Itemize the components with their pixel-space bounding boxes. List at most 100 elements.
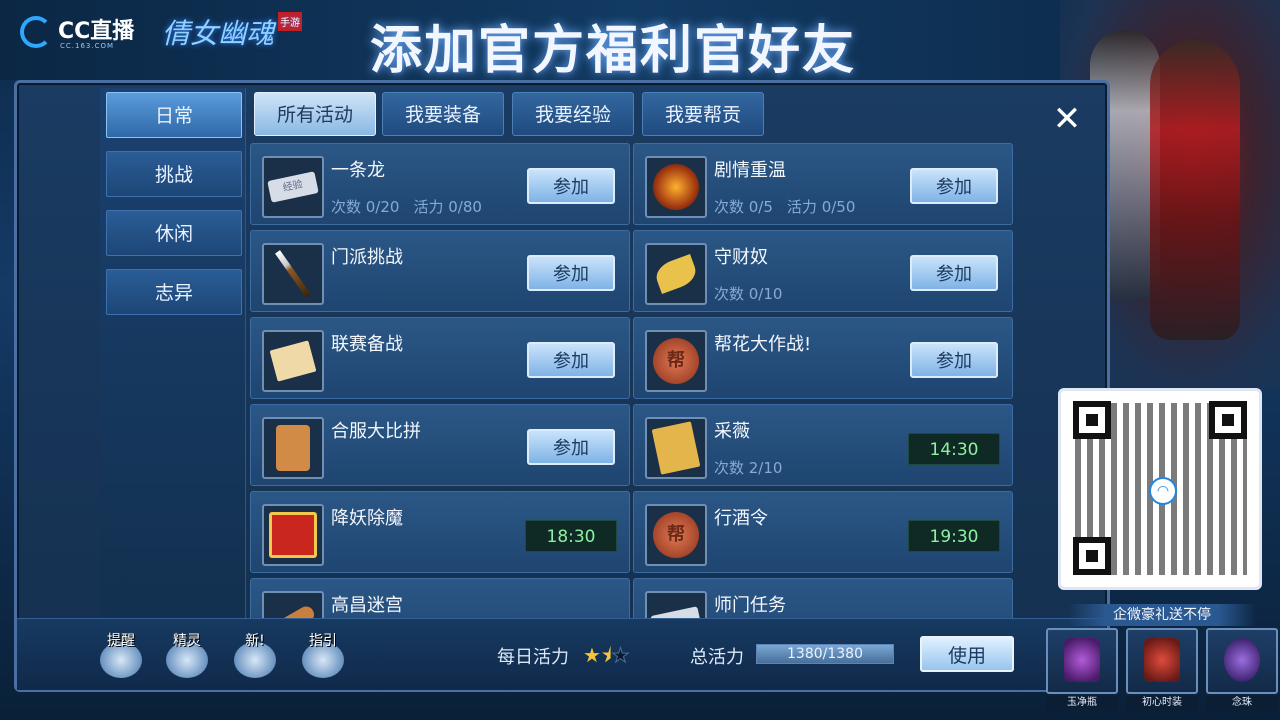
- brush-icon: [262, 243, 324, 305]
- token-icon: [262, 417, 324, 479]
- game-logo-seal: 手游: [278, 12, 303, 31]
- coin-icon-glyph: 帮: [653, 338, 699, 384]
- join-button[interactable]: 参加: [527, 429, 615, 465]
- category-sidebar: 日常 挑战 休闲 志异: [100, 88, 246, 618]
- activity-meta: 次数 0/20 活力 0/80: [331, 196, 482, 217]
- activity-meta: 次数 0/5 活力 0/50: [714, 196, 855, 217]
- star-empty-icon: ★: [611, 643, 630, 668]
- join-button[interactable]: 参加: [527, 255, 615, 291]
- activity-card: 帮 行酒令 19:30: [633, 491, 1013, 573]
- sidebar-item-daily[interactable]: 日常: [106, 92, 242, 138]
- gift-icon: [262, 504, 324, 566]
- qr-finder-top-left: [1073, 401, 1111, 439]
- join-button[interactable]: 参加: [910, 168, 998, 204]
- reward-item[interactable]: [1046, 628, 1118, 694]
- wechat-qr-code[interactable]: ◠: [1058, 388, 1262, 590]
- activity-name: 高昌迷宫: [331, 595, 403, 616]
- cc-logo-text: CC直播: [58, 19, 135, 44]
- activity-name: 联赛备战: [331, 334, 403, 355]
- activity-name: 降妖除魔: [331, 508, 403, 529]
- activity-count: 次数 0/10: [714, 285, 783, 303]
- star-full-icon: ★: [583, 643, 601, 667]
- activity-meta: 次数 0/10: [714, 283, 782, 304]
- activity-start-time: 19:30: [908, 520, 1000, 552]
- activity-card: 剧情重温 次数 0/5 活力 0/50 参加: [633, 143, 1013, 225]
- activity-vitality: 活力 0/80: [413, 198, 482, 216]
- star-half-icon: ⯨: [600, 643, 612, 667]
- tool-label: 提醒: [107, 633, 135, 649]
- activity-card: 帮 帮花大作战! 参加: [633, 317, 1013, 399]
- cc-logo-icon: [20, 16, 52, 48]
- activity-count: 次数 0/20: [331, 198, 400, 216]
- activity-name: 帮花大作战!: [714, 334, 812, 355]
- costume-icon: [1144, 638, 1180, 682]
- activity-vitality: 活力 0/50: [786, 198, 856, 216]
- cc-platform-logo: CC直播 CC.163.COM: [20, 16, 135, 50]
- activity-card: 联赛备战 参加: [250, 317, 630, 399]
- activity-name: 采薇: [714, 421, 750, 442]
- paper-icon: [262, 330, 324, 392]
- use-button[interactable]: 使用: [920, 636, 1014, 672]
- join-button[interactable]: 参加: [527, 342, 615, 378]
- book-icon: [645, 417, 707, 479]
- prayer-beads-icon: [1224, 638, 1260, 682]
- tab-experience[interactable]: 我要经验: [512, 92, 634, 136]
- leaf-icon: [645, 243, 707, 305]
- activity-start-time: 18:30: [525, 520, 617, 552]
- daily-vitality-label: 每日活力: [497, 647, 569, 668]
- activity-card: 采薇 次数 2/10 14:30: [633, 404, 1013, 486]
- tool-label: 精灵: [173, 633, 201, 649]
- activity-name: 师门任务: [714, 595, 786, 616]
- activity-card: 降妖除魔 18:30: [250, 491, 630, 573]
- ticket-icon: 经验: [262, 156, 324, 218]
- qr-finder-top-right: [1209, 401, 1247, 439]
- reward-item[interactable]: [1206, 628, 1278, 694]
- reward-label: 初心时装: [1126, 696, 1198, 710]
- close-button[interactable]: ✕: [1048, 100, 1086, 138]
- activity-name: 行酒令: [714, 508, 768, 529]
- join-button[interactable]: 参加: [910, 255, 998, 291]
- ticket-icon-label: 经验: [267, 171, 319, 203]
- activity-card: 师门任务: [633, 578, 1013, 618]
- coin-icon-glyph: 帮: [653, 512, 699, 558]
- activity-name: 剧情重温: [714, 160, 786, 181]
- activity-meta: 次数 2/10: [714, 457, 782, 478]
- tab-equipment[interactable]: 我要装备: [382, 92, 504, 136]
- sidebar-item-strange[interactable]: 志异: [106, 269, 242, 315]
- banner-headline: 添加官方福利官好友: [370, 20, 857, 81]
- female-character-image: [1150, 40, 1240, 340]
- total-vitality-label: 总活力: [690, 647, 744, 668]
- mask-icon: [645, 156, 707, 218]
- promo-title: 企微豪礼送不停: [1068, 604, 1256, 626]
- sidebar-item-leisure[interactable]: 休闲: [106, 210, 242, 256]
- wecom-logo-icon: ◠: [1149, 477, 1177, 505]
- daily-vitality-stars: ★⯨★: [583, 641, 630, 675]
- reward-item[interactable]: [1126, 628, 1198, 694]
- tab-guild-contribution[interactable]: 我要帮贡: [642, 92, 764, 136]
- tool-label: 指引: [309, 633, 337, 649]
- tool-label: 新!: [245, 633, 265, 649]
- activity-card: 守财奴 次数 0/10 参加: [633, 230, 1013, 312]
- ticket-icon: [645, 591, 707, 618]
- activity-card: 门派挑战 参加: [250, 230, 630, 312]
- cc-logo-subtext: CC.163.COM: [60, 42, 115, 50]
- activity-card: 合服大比拼 参加: [250, 404, 630, 486]
- scroll-icon: [262, 591, 324, 618]
- reward-label: 玉净瓶: [1046, 696, 1118, 710]
- game-logo: 倩女幽魂 手游: [162, 12, 303, 52]
- join-button[interactable]: 参加: [527, 168, 615, 204]
- activity-name: 合服大比拼: [331, 421, 421, 442]
- activity-count: 次数 0/5: [714, 198, 773, 216]
- coin-icon: 帮: [645, 504, 707, 566]
- game-logo-text: 倩女幽魂: [162, 17, 275, 50]
- tab-all-activities[interactable]: 所有活动: [254, 92, 376, 136]
- activity-name: 一条龙: [331, 160, 385, 181]
- join-button[interactable]: 参加: [910, 342, 998, 378]
- activity-card: 高昌迷宫: [250, 578, 630, 618]
- activity-name: 守财奴: [714, 247, 768, 268]
- sidebar-item-challenge[interactable]: 挑战: [106, 151, 242, 197]
- total-vitality-value: 1380/1380: [787, 646, 863, 662]
- activity-name: 门派挑战: [331, 247, 403, 268]
- activity-count: 次数 2/10: [714, 459, 783, 477]
- activity-list[interactable]: 经验 一条龙 次数 0/20 活力 0/80 参加 剧情重温 次数 0/5 活力 0…: [250, 143, 1014, 618]
